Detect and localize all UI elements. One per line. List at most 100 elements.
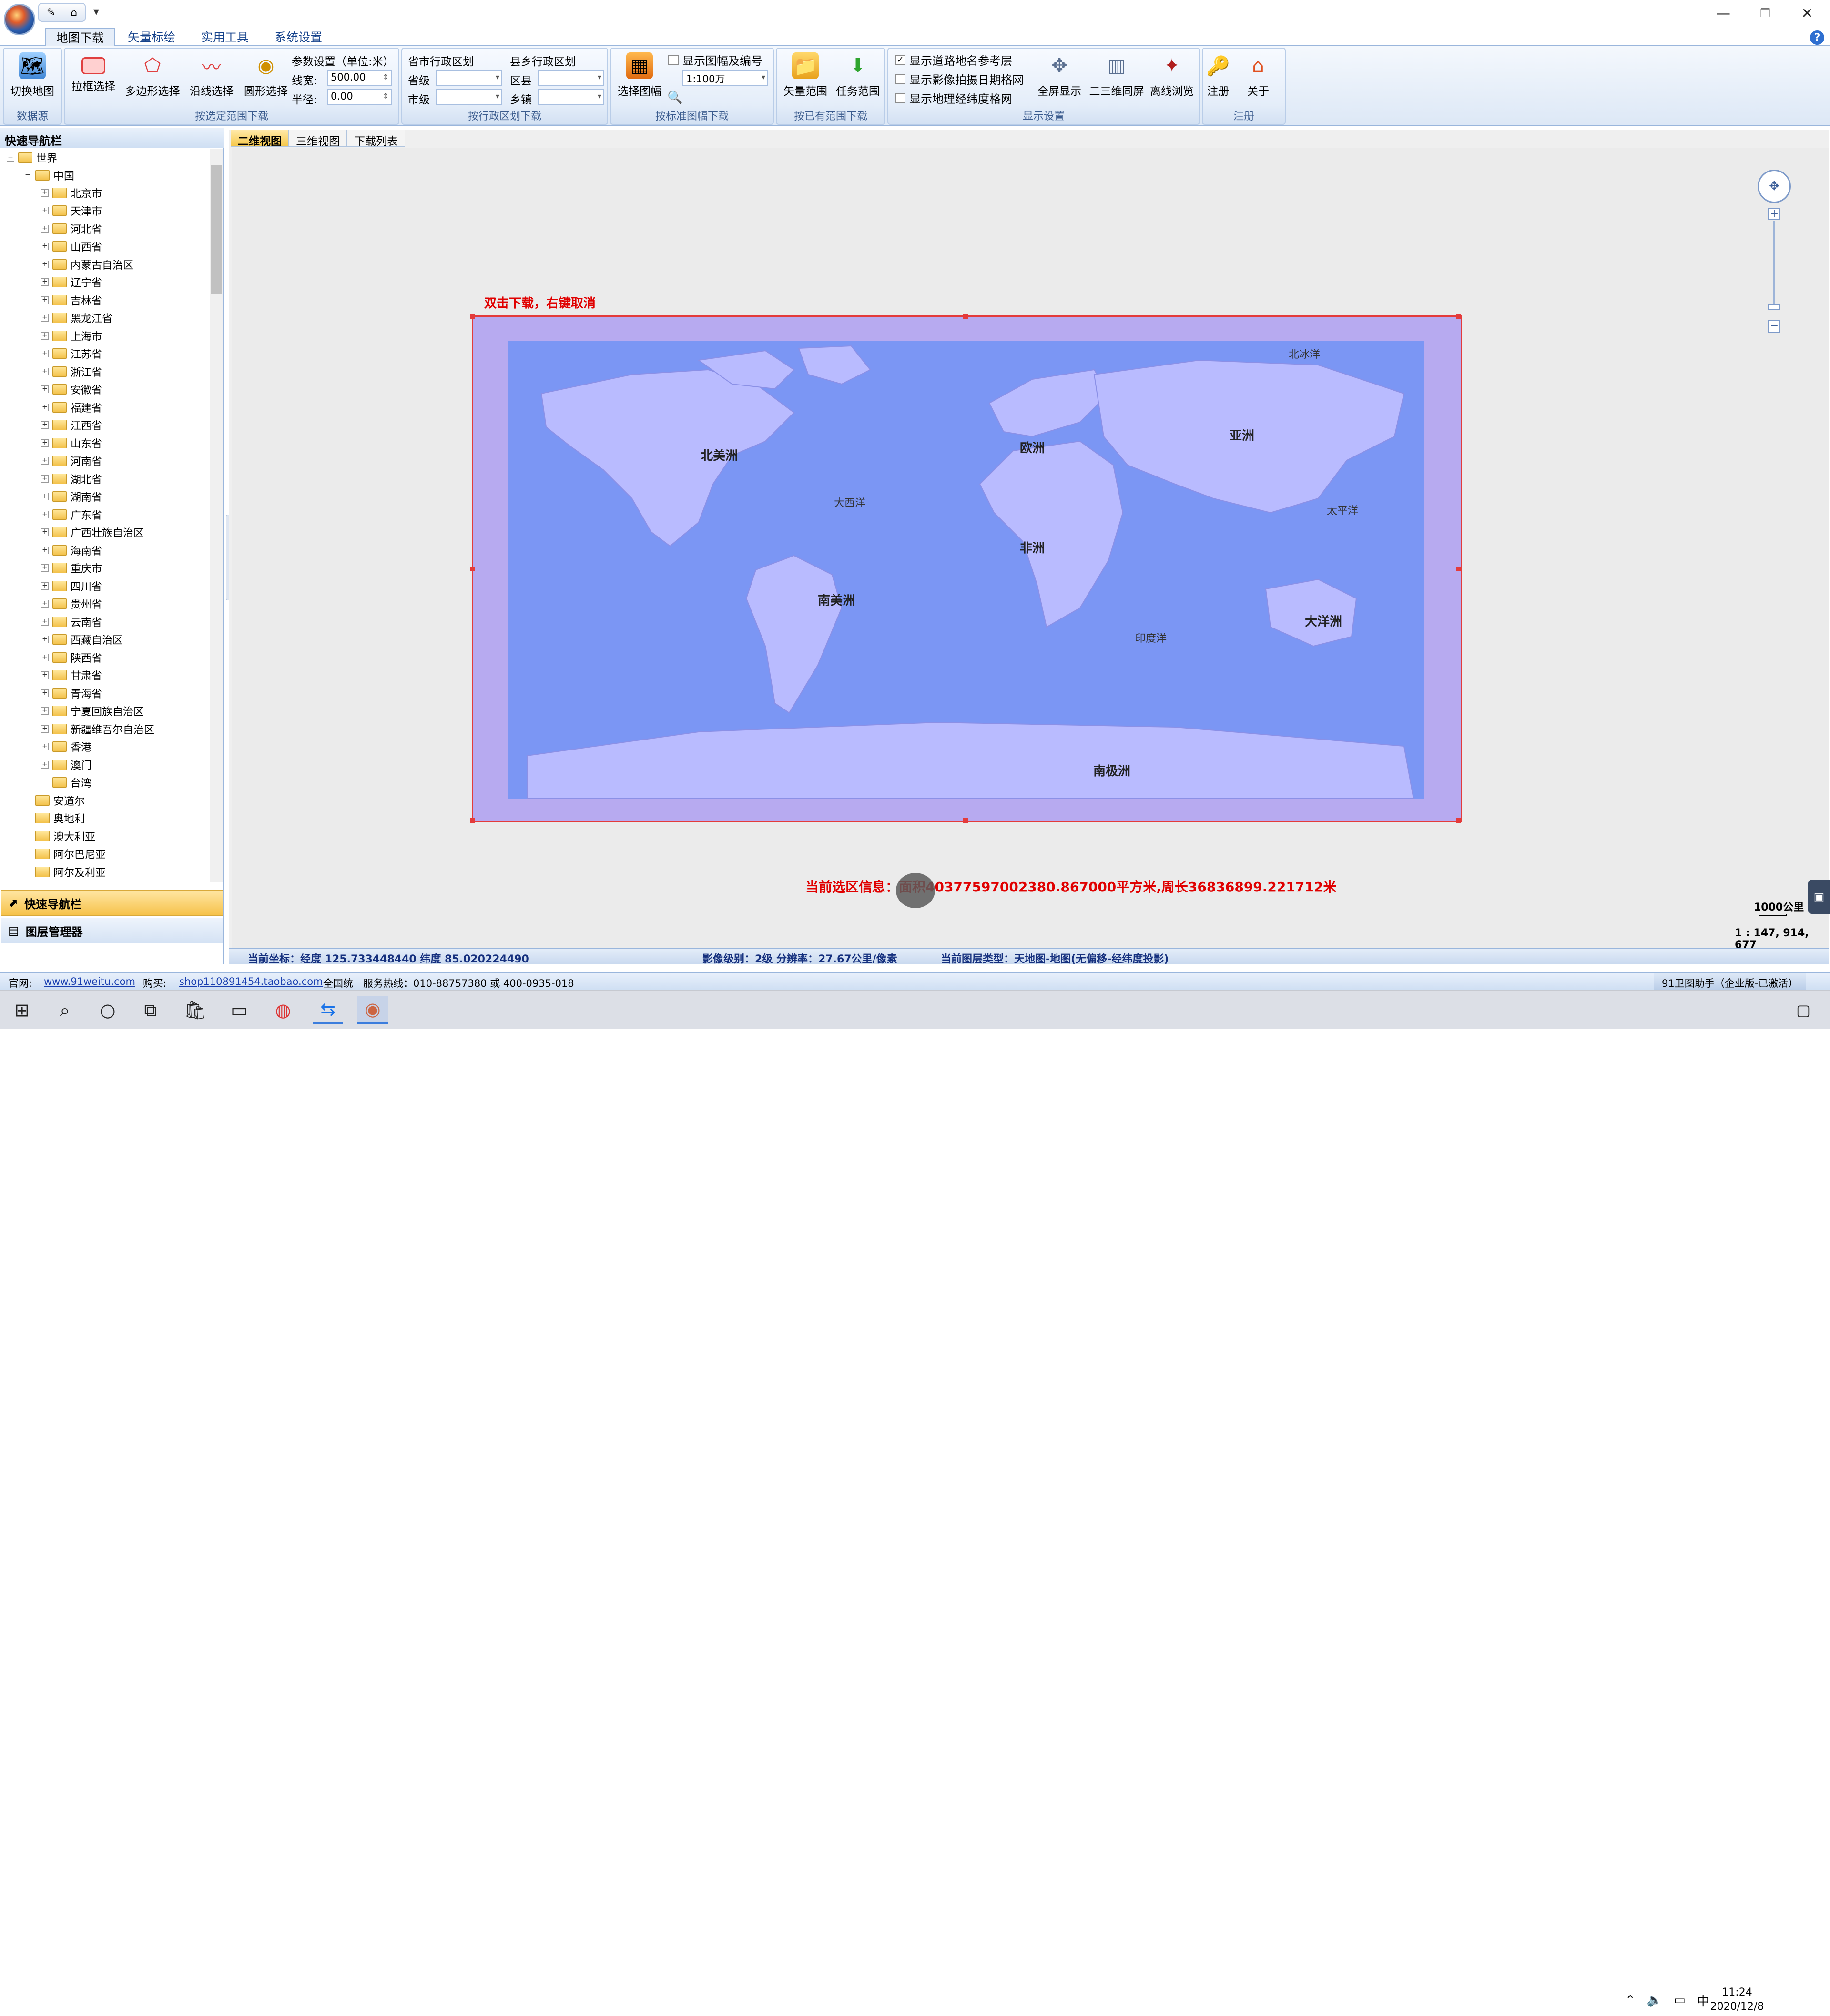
tree-node-province[interactable]: + 海南省 [41,541,102,559]
tree-node-province[interactable]: + 内蒙古自治区 [41,255,133,273]
search-icon[interactable]: ⌕ [50,996,80,1024]
start-windows-icon[interactable]: ⊞ [7,996,37,1024]
radius-input[interactable]: 0.00 ⇕ [327,89,392,105]
nav-quick-button[interactable]: ⬈ 快速导航栏 [1,890,223,916]
tray-expand-icon[interactable]: ⌃ [1625,1993,1636,2007]
select-sheet-button[interactable]: ▦ 选择图幅 [611,52,668,98]
district-select[interactable]: ▾ [538,70,604,86]
zoom-out-button[interactable]: − [1768,320,1780,333]
tree-node-province[interactable]: + 山东省 [41,434,102,452]
rect-select-button[interactable]: 拉框选择 [65,52,122,93]
tab-3d-view[interactable]: 三维视图 [289,130,347,148]
app-menu-orb[interactable] [4,4,35,35]
tree-node-province[interactable]: + 上海市 [41,327,102,344]
switch-map-button[interactable]: 🗺 切换地图 [4,52,61,98]
pencil-icon[interactable]: ✎ [47,7,55,19]
fullscreen-button[interactable]: ✥ 全屏显示 [1031,52,1088,98]
about-button[interactable]: ⌂ 关于 [1230,52,1287,98]
notification-icon[interactable]: ▢ [1788,996,1819,1024]
width-input[interactable]: 500.00 ⇕ [327,70,392,86]
tree-node-world[interactable]: − 世界 [7,149,57,166]
tree-node-province[interactable]: 台湾 [41,774,92,791]
magnifier-icon[interactable]: 🔍 [667,91,682,105]
qat-dropdown-icon[interactable]: ▾ [93,5,99,18]
tree-node-province[interactable]: + 陕西省 [41,648,102,666]
tab-system-settings[interactable]: 系统设置 [264,28,333,46]
tree-node-province[interactable]: + 天津市 [41,202,102,220]
resize-handle[interactable] [963,314,968,319]
tree-node-province[interactable]: + 云南省 [41,613,102,630]
show-sheet-checkbox[interactable]: 显示图幅及编号 [668,51,762,68]
restore-button[interactable]: ❐ [1744,0,1786,27]
tree-node-province[interactable]: + 重庆市 [41,559,102,577]
tree-node-province[interactable]: + 湖南省 [41,488,102,506]
pan-compass-icon[interactable]: ✥ [1758,170,1791,203]
tab-utilities[interactable]: 实用工具 [191,28,259,46]
dual-view-button[interactable]: ▥ 二三维同屏 [1086,52,1148,98]
close-button[interactable]: ✕ [1786,0,1828,27]
store-icon[interactable]: 🛍 [180,996,211,1024]
minimize-button[interactable]: — [1702,0,1744,27]
teamviewer-icon[interactable]: ⇆ [313,996,343,1024]
nav-layers-button[interactable]: ▤ 图层管理器 [1,918,223,943]
side-tool-icon[interactable]: ▣ [1808,880,1830,914]
tree-node-province[interactable]: + 澳门 [41,756,92,773]
tree-node-province[interactable]: + 宁夏回族自治区 [41,702,144,720]
site-link[interactable]: www.91weitu.com [44,976,135,987]
resize-handle[interactable] [1456,314,1461,319]
tree-node-province[interactable]: + 河南省 [41,452,102,470]
tree-node-province[interactable]: + 江苏省 [41,345,102,363]
sidebar-scroll-thumb[interactable] [211,165,222,294]
tree-node-province[interactable]: + 浙江省 [41,363,102,380]
tree-node-province[interactable]: + 河北省 [41,220,102,237]
tree-node-province[interactable]: + 西藏自治区 [41,631,123,648]
tab-2d-view[interactable]: 二维视图 [231,130,289,148]
spinner-icon[interactable]: ⇕ [383,91,389,101]
tree-node-province[interactable]: + 山西省 [41,238,102,255]
polygon-select-button[interactable]: ⬠ 多边形选择 [119,52,186,98]
zoom-slider-thumb[interactable] [1768,304,1780,310]
home-icon[interactable]: ⌂ [71,7,77,19]
vector-range-button[interactable]: 📁 矢量范围 [777,52,834,98]
tree-node-province[interactable]: + 新疆维吾尔自治区 [41,720,154,738]
tree-node-country[interactable]: 奥地利 [24,810,85,827]
task-range-button[interactable]: ⬇ 任务范围 [829,52,886,98]
resize-handle[interactable] [963,818,968,823]
zoom-slider-track[interactable] [1773,221,1775,310]
town-select[interactable]: ▾ [538,89,604,105]
resize-handle[interactable] [1456,567,1461,571]
tree-node-country[interactable]: 安道尔 [24,791,85,809]
tree-node-province[interactable]: + 吉林省 [41,291,102,309]
resize-handle[interactable] [1456,818,1461,823]
province-select[interactable]: ▾ [436,70,502,86]
resize-handle[interactable] [470,567,475,571]
tab-vector-plot[interactable]: 矢量标绘 [117,28,186,46]
task-view-icon[interactable]: ⧉ [135,996,166,1024]
city-select[interactable]: ▾ [436,89,502,105]
tree-node-province[interactable]: + 贵州省 [41,595,102,613]
road-layer-checkbox[interactable]: ✓ 显示道路地名参考层 [895,51,1012,68]
tree-node-province[interactable]: + 广西壮族自治区 [41,524,144,541]
cortana-icon[interactable]: ○ [92,996,123,1024]
tree-node-province[interactable]: + 辽宁省 [41,274,102,291]
line-select-button[interactable]: 〰 沿线选择 [183,52,240,98]
tree-node-country[interactable]: 阿尔巴尼亚 [24,845,106,863]
latlon-grid-checkbox[interactable]: 显示地理经纬度格网 [895,90,1012,106]
tree-node-province[interactable]: + 江西省 [41,416,102,434]
scale-select[interactable]: 1:100万 ▾ [682,70,768,86]
tree-node-province[interactable]: + 青海省 [41,684,102,702]
date-grid-checkbox[interactable]: 显示影像拍摄日期格网 [895,71,1024,87]
network-icon[interactable]: ▭ [1674,1993,1686,2007]
tab-download-list[interactable]: 下载列表 [347,130,405,148]
tree-node-china[interactable]: − 中国 [24,166,74,184]
tree-node-province[interactable]: + 甘肃省 [41,667,102,684]
tree-node-province[interactable]: + 广东省 [41,506,102,523]
tree-node-province[interactable]: + 湖北省 [41,470,102,487]
resize-handle[interactable] [470,314,475,319]
tree-node-province[interactable]: + 北京市 [41,184,102,202]
tree-node-province[interactable]: + 黑龙江省 [41,309,112,327]
tree-node-province[interactable]: + 香港 [41,738,92,756]
tab-map-download[interactable]: 地图下载 [45,28,116,46]
tree-node-country[interactable]: 澳大利亚 [24,827,95,845]
resize-handle[interactable] [470,818,475,823]
